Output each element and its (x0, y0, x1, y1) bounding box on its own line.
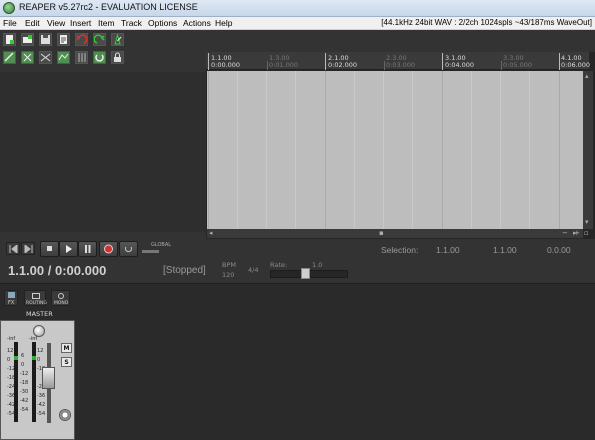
track-canvas[interactable] (207, 71, 583, 229)
master-mute-button[interactable]: M (61, 343, 72, 353)
repeat-toggle-icon[interactable] (119, 241, 138, 257)
timeline-ruler[interactable]: 1.1.00 0:00.000 1.3.00 0:01.000 2.1.00 0… (206, 52, 591, 70)
selection-end[interactable]: 1.1.00 (493, 245, 517, 255)
ruler-time-label: 0:03.000 (386, 61, 416, 69)
time-signature[interactable]: 4/4 (248, 266, 258, 274)
main-toolbar (3, 33, 133, 69)
scroll-down-icon[interactable]: ▾ (585, 219, 589, 226)
master-meter-right (32, 342, 36, 422)
selection-length[interactable]: 0.0.00 (547, 245, 571, 255)
global-automation-label[interactable]: GLOBAL (151, 242, 171, 248)
master-fx-button[interactable]: FX (4, 290, 18, 306)
ruler-time-label: 0:02.000 (328, 61, 358, 69)
ruler-time-label: 0:06.000 (561, 61, 591, 69)
track-control-panel[interactable] (0, 72, 206, 232)
pause-button[interactable] (78, 241, 97, 257)
zoom-in-icon[interactable]: + (574, 230, 580, 237)
metronome-icon[interactable] (111, 33, 124, 46)
ruler-time-label: 0:00.000 (211, 61, 241, 69)
title-bar: REAPER v5.27rc2 - EVALUATION LICENSE (0, 0, 595, 17)
stop-button[interactable] (40, 241, 59, 257)
go-to-start-icon[interactable] (6, 242, 20, 255)
position-display[interactable]: 1.1.00 / 0:00.000 (8, 263, 106, 278)
selection-start[interactable]: 1.1.00 (436, 245, 460, 255)
play-button[interactable] (59, 241, 78, 257)
master-volume-fader[interactable] (42, 367, 55, 389)
horizontal-scrollbar[interactable]: ◂ ▪ ▸ (207, 229, 583, 238)
menu-actions[interactable]: Actions (183, 18, 211, 28)
routing-button[interactable]: ROUTING (24, 290, 47, 306)
mixer-panel: FX ROUTING MONO MASTER -inf -inf 12 0 -1… (0, 283, 595, 440)
transport-bar: GLOBAL 1.1.00 / 0:00.000 [Stopped] BPM 1… (0, 239, 595, 283)
mono-icon (58, 293, 64, 299)
vertical-scrollbar[interactable]: ▴ ▾ (583, 71, 593, 229)
grid-lines-icon[interactable] (75, 51, 88, 64)
bpm-value[interactable]: 120 (222, 271, 234, 279)
routing-icon (32, 293, 40, 299)
new-project-icon[interactable] (3, 33, 16, 46)
gear-icon[interactable] (59, 409, 71, 421)
zoom-out-icon[interactable]: − (562, 230, 568, 237)
global-automation-slider[interactable] (142, 250, 159, 253)
meter-led (32, 356, 36, 360)
meter-led (14, 356, 18, 360)
reaper-window: REAPER v5.27rc2 - EVALUATION LICENSE Fil… (0, 0, 595, 440)
scroll-up-icon[interactable]: ▴ (585, 73, 589, 80)
zoom-fit-icon[interactable]: ▫ (584, 230, 589, 237)
fx-icon (8, 292, 15, 298)
ruler-time-label: 0:05.000 (503, 61, 533, 69)
master-track-name: MASTER (26, 310, 53, 318)
menu-edit[interactable]: Edit (25, 18, 40, 28)
menu-track[interactable]: Track (121, 18, 142, 28)
window-title: REAPER v5.27rc2 - EVALUATION LICENSE (19, 2, 198, 12)
master-solo-button[interactable]: S (61, 357, 72, 367)
arrange-view: 1.1.00 0:00.000 1.3.00 0:01.000 2.1.00 0… (206, 52, 595, 239)
open-project-icon[interactable] (21, 33, 34, 46)
menu-insert[interactable]: Insert (70, 18, 91, 28)
selection-label: Selection: (381, 245, 419, 255)
go-to-end-icon[interactable] (21, 242, 35, 255)
menu-file[interactable]: File (3, 18, 17, 28)
rate-value[interactable]: 1.0 (312, 261, 322, 269)
menu-options[interactable]: Options (148, 18, 177, 28)
envelope-icon[interactable] (57, 51, 70, 64)
play-state: [Stopped] (163, 265, 206, 276)
master-strip: -inf -inf 12 0 -12 -18 -24 -36 -42 -54 6… (0, 320, 75, 440)
undo-icon[interactable] (75, 33, 88, 46)
scroll-thumb-icon[interactable]: ▪ (379, 230, 384, 237)
redo-icon[interactable] (93, 33, 106, 46)
record-button[interactable] (99, 241, 118, 257)
menu-view[interactable]: View (47, 18, 65, 28)
project-settings-icon[interactable] (57, 33, 70, 46)
loop-icon[interactable] (93, 51, 106, 64)
rate-slider-handle[interactable] (301, 268, 310, 279)
bpm-label: BPM (222, 261, 236, 269)
rate-label: Rate: (270, 261, 288, 269)
audio-device-status[interactable]: [44.1kHz 24bit WAV : 2/2ch 1024spls ~43/… (381, 18, 592, 27)
menu-bar: File Edit View Insert Item Track Options… (0, 17, 595, 30)
lock-icon[interactable] (111, 51, 124, 64)
ripple-edit-icon[interactable] (21, 51, 34, 64)
master-meter-left (14, 342, 18, 422)
menu-help[interactable]: Help (215, 18, 232, 28)
scroll-left-icon[interactable]: ◂ (209, 230, 213, 237)
reaper-logo-icon (3, 2, 15, 14)
ruler-time-label: 0:01.000 (269, 61, 299, 69)
grid-snap-icon[interactable] (3, 51, 16, 64)
mono-button[interactable]: MONO (51, 290, 70, 306)
auto-crossfade-icon[interactable] (39, 51, 52, 64)
save-project-icon[interactable] (39, 33, 52, 46)
menu-item[interactable]: Item (98, 18, 115, 28)
ruler-time-label: 0:04.000 (445, 61, 475, 69)
